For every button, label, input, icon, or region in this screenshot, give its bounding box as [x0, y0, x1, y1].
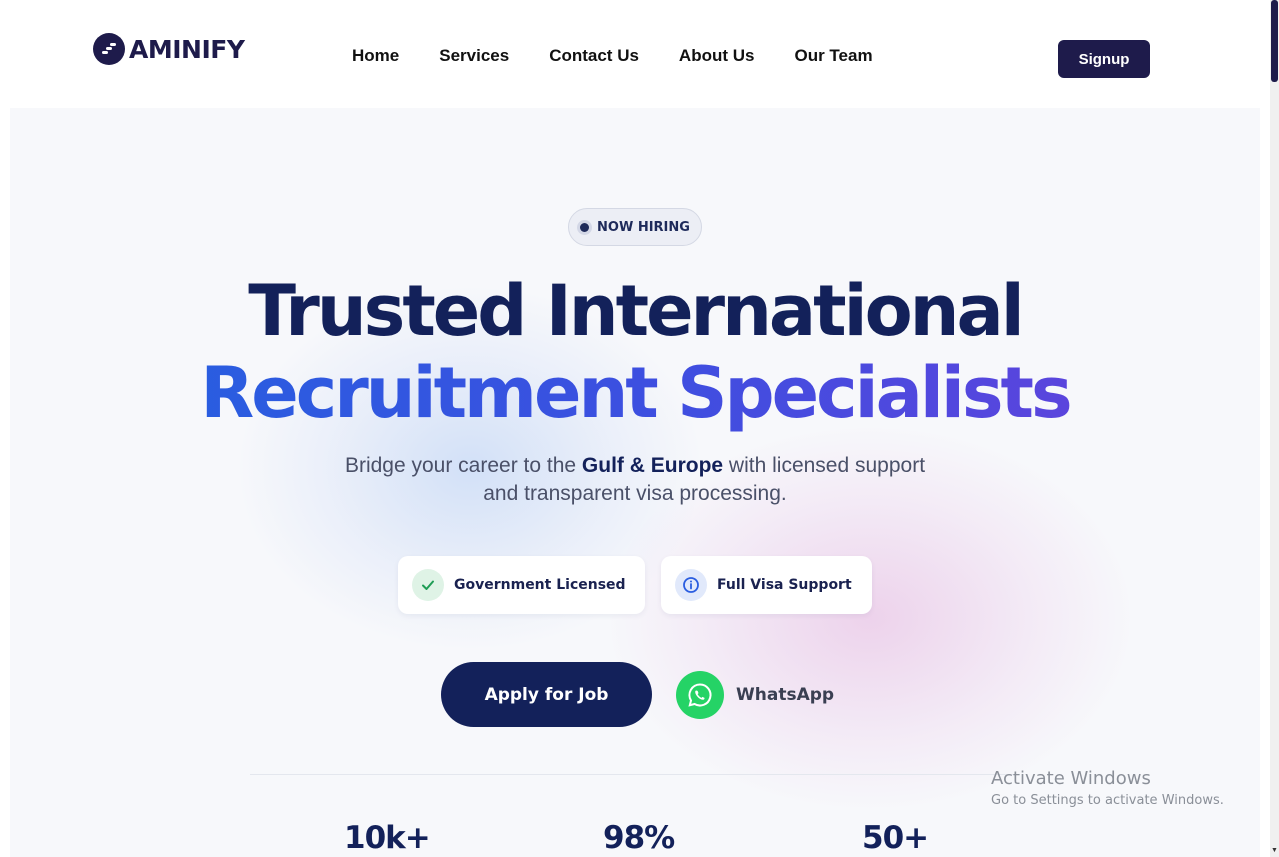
feature-full-visa-support: Full Visa Support	[661, 556, 872, 614]
subtitle-text-1: Bridge your career to the	[344, 454, 582, 477]
nav-our-team[interactable]: Our Team	[794, 46, 872, 66]
whatsapp-button[interactable]: WhatsApp	[676, 671, 834, 719]
scrollbar-thumb[interactable]	[1271, 0, 1278, 82]
stats-divider	[250, 774, 1020, 775]
hero-subtitle: Bridge your career to the Gulf & Europe …	[10, 452, 1260, 508]
watermark-subtitle: Go to Settings to activate Windows.	[991, 793, 1224, 808]
logo-mark-icon	[93, 33, 125, 65]
feature-label: Government Licensed	[454, 577, 626, 593]
subtitle-text-2: with licensed support	[723, 454, 926, 477]
feature-government-licensed: Government Licensed	[398, 556, 645, 614]
check-icon	[412, 569, 444, 601]
hero-title-line1: Trusted International	[248, 270, 1025, 352]
signup-button[interactable]: Signup	[1058, 40, 1150, 78]
stat-value: 10k+	[344, 820, 431, 856]
stat-value: 50+	[862, 820, 929, 856]
hero-title-line2: Recruitment Specialists	[10, 352, 1260, 434]
main-nav: Home Services Contact Us About Us Our Te…	[352, 46, 873, 66]
scrollbar-track[interactable]	[1270, 0, 1279, 857]
site-header: AMINIFY Home Services Contact Us About U…	[0, 0, 1270, 108]
whatsapp-icon	[676, 671, 724, 719]
nav-home[interactable]: Home	[352, 46, 399, 66]
hero-section: NOW HIRING Trusted International Recruit…	[10, 108, 1260, 857]
logo-text: AMINIFY	[129, 34, 245, 64]
nav-contact-us[interactable]: Contact Us	[549, 46, 639, 66]
logo[interactable]: AMINIFY	[93, 33, 245, 65]
apply-for-job-button[interactable]: Apply for Job	[441, 662, 652, 727]
nav-about-us[interactable]: About Us	[679, 46, 755, 66]
badge-label: NOW HIRING	[597, 219, 690, 235]
subtitle-text-3: and transparent visa processing.	[483, 482, 787, 505]
subtitle-highlight: Gulf & Europe	[581, 454, 724, 477]
whatsapp-label: WhatsApp	[736, 685, 835, 705]
hero-title-gradient-text: Recruitment Specialists	[200, 352, 1072, 434]
watermark-title: Activate Windows	[991, 768, 1151, 789]
now-hiring-badge: NOW HIRING	[568, 208, 702, 246]
activate-windows-watermark: Activate Windows Go to Settings to activ…	[991, 768, 1224, 808]
feature-label: Full Visa Support	[717, 577, 852, 593]
stat-value: 98%	[603, 820, 675, 856]
nav-services[interactable]: Services	[439, 46, 509, 66]
info-icon	[675, 569, 707, 601]
status-dot-icon	[580, 222, 590, 232]
scroll-down-arrow-icon[interactable]: ▼	[1271, 846, 1278, 855]
